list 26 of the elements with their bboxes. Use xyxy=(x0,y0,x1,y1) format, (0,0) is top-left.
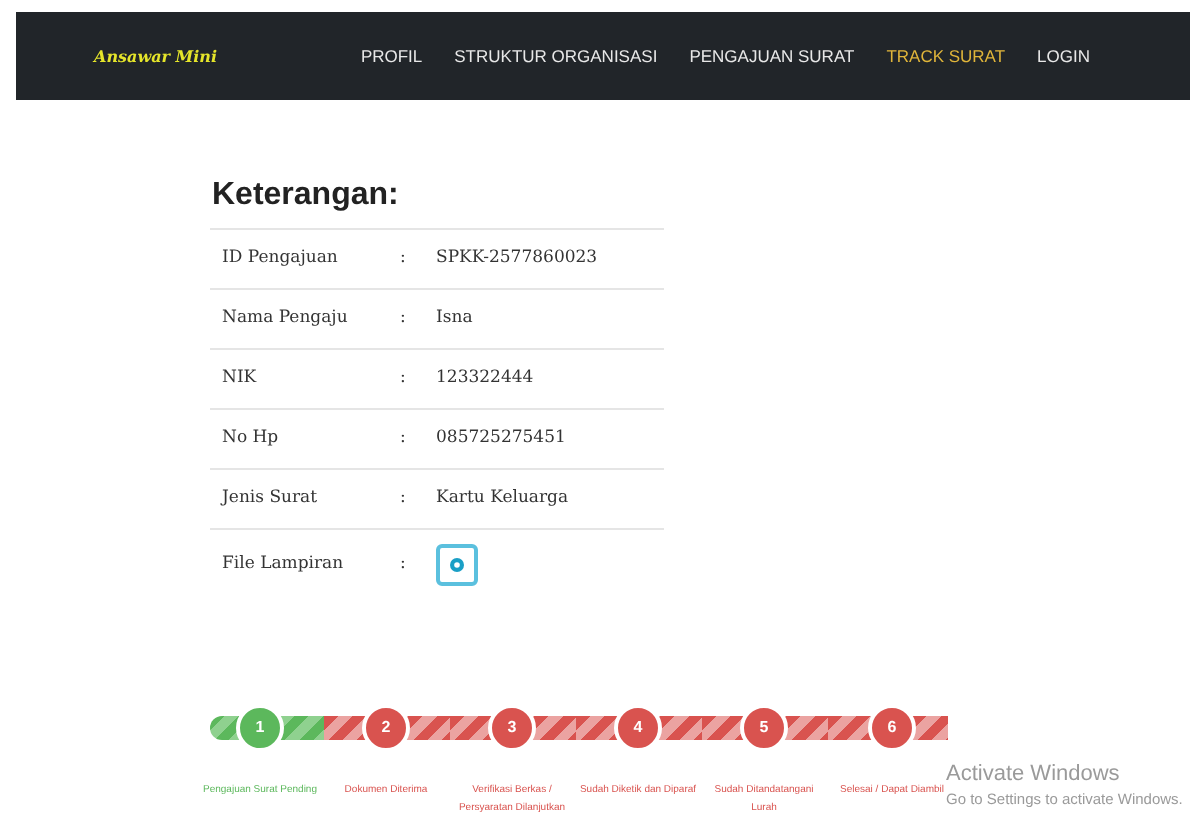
field-label: ID Pengajuan xyxy=(220,246,340,272)
field-value: Isna xyxy=(436,306,473,332)
field-value: 123322444 xyxy=(436,366,534,392)
field-label: No Hp xyxy=(220,426,281,452)
nav-link[interactable]: TRACK SURAT xyxy=(886,43,1006,69)
colon: : xyxy=(400,366,408,392)
nav-link[interactable]: STRUKTUR ORGANISASI xyxy=(454,43,658,69)
field-value: 085725275451 xyxy=(436,426,566,452)
colon: : xyxy=(400,306,408,332)
colon: : xyxy=(400,246,408,272)
field-label: Nama Pengaju xyxy=(220,306,350,332)
section-title: Keterangan: xyxy=(212,176,401,216)
colon: : xyxy=(400,486,408,512)
colon: : xyxy=(400,426,408,452)
activation-title: Activate Windows xyxy=(946,762,1122,788)
view-file-button[interactable] xyxy=(436,543,478,585)
field-label: NIK xyxy=(220,366,259,392)
logo[interactable]: Ansawar Mini xyxy=(94,44,218,68)
field-label: Jenis Surat xyxy=(218,486,320,512)
nav-link[interactable]: PROFIL xyxy=(360,43,423,69)
nav-link[interactable]: LOGIN xyxy=(1037,43,1090,69)
colon: : xyxy=(400,551,408,577)
nav-link[interactable]: PENGAJUAN SURAT xyxy=(689,43,855,69)
field-value: SPKK-2577860023 xyxy=(436,246,598,272)
field-label: File Lampiran xyxy=(220,551,346,577)
field-value: Kartu Keluarga xyxy=(436,486,569,512)
